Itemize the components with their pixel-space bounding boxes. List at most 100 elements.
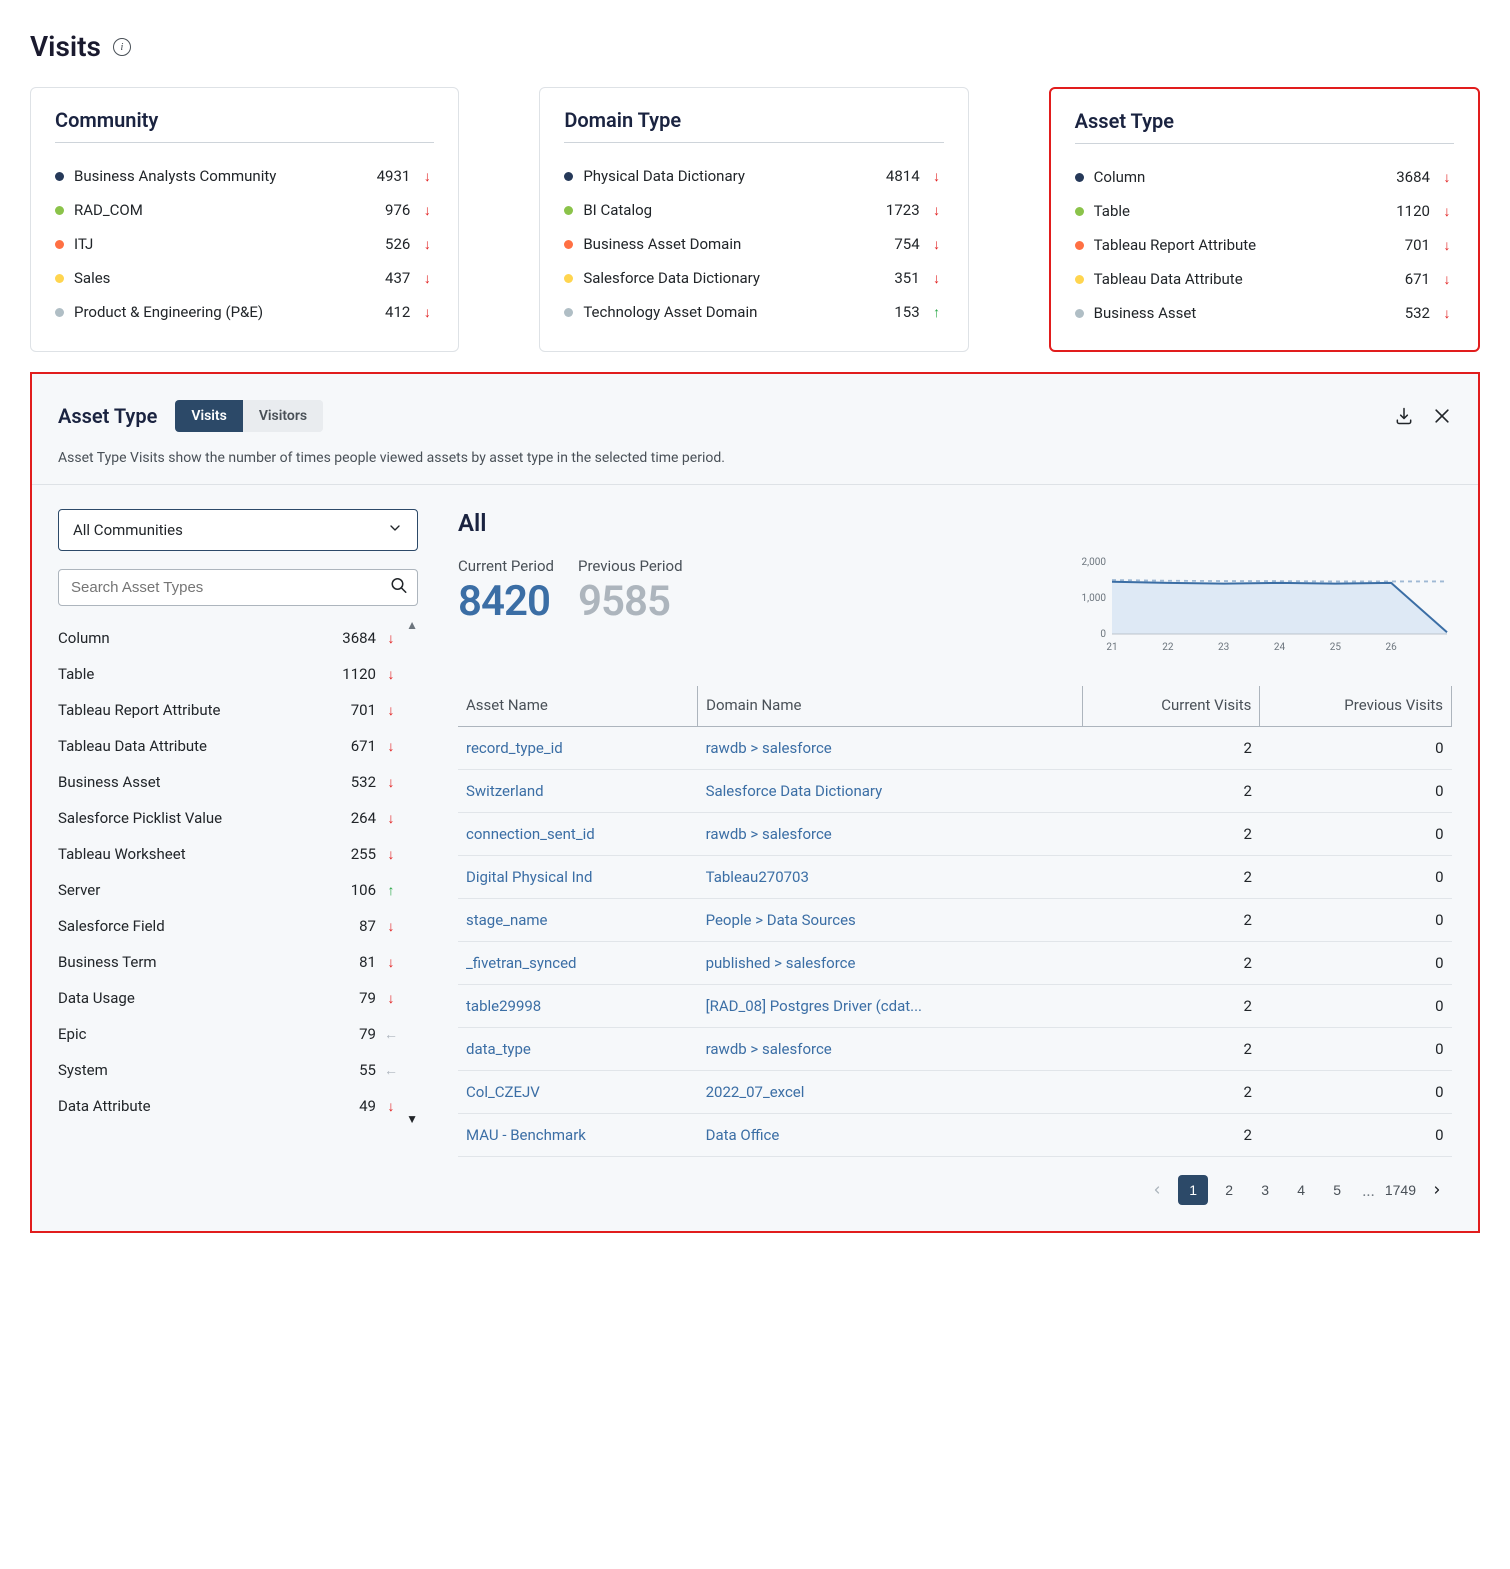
cell-asset-name[interactable]: record_type_id: [458, 727, 698, 770]
list-item-value: 264: [334, 809, 376, 827]
list-item[interactable]: Business Term 81 ↓: [58, 944, 398, 980]
trend-down-icon: ↓: [420, 202, 434, 219]
cell-domain-name[interactable]: Data Office: [698, 1114, 1083, 1157]
card-row[interactable]: Product & Engineering (P&E) 412 ↓: [55, 295, 434, 329]
list-item[interactable]: Salesforce Picklist Value 264 ↓: [58, 800, 398, 836]
page-prev-button[interactable]: [1142, 1175, 1172, 1205]
card-row-value: 754: [870, 235, 920, 253]
cell-previous-visits: 0: [1260, 1028, 1452, 1071]
info-icon[interactable]: i: [113, 38, 131, 56]
card-row[interactable]: Physical Data Dictionary 4814 ↓: [564, 159, 943, 193]
card-row[interactable]: Business Asset Domain 754 ↓: [564, 227, 943, 261]
card-row[interactable]: Salesforce Data Dictionary 351 ↓: [564, 261, 943, 295]
card-row[interactable]: Table 1120 ↓: [1075, 194, 1454, 228]
list-item[interactable]: Epic 79 ←: [58, 1016, 398, 1052]
summary-card[interactable]: Domain Type Physical Data Dictionary 481…: [539, 87, 968, 352]
trend-down-icon: ↓: [384, 846, 398, 863]
list-item-label: Data Usage: [58, 989, 326, 1007]
svg-text:26: 26: [1386, 642, 1398, 652]
cell-domain-name[interactable]: rawdb > salesforce: [698, 813, 1083, 856]
cell-asset-name[interactable]: Col_CZEJV: [458, 1071, 698, 1114]
page-button[interactable]: 4: [1286, 1175, 1316, 1205]
page-button[interactable]: 5: [1322, 1175, 1352, 1205]
list-item[interactable]: Salesforce Field 87 ↓: [58, 908, 398, 944]
list-item-value: 532: [334, 773, 376, 791]
scroll-down-icon[interactable]: ▼: [406, 1112, 418, 1126]
cell-asset-name[interactable]: MAU - Benchmark: [458, 1114, 698, 1157]
community-filter-select[interactable]: All Communities: [58, 509, 418, 551]
list-item[interactable]: Tableau Report Attribute 701 ↓: [58, 692, 398, 728]
trend-down-icon: ↓: [384, 990, 398, 1007]
close-button[interactable]: [1432, 406, 1452, 426]
cell-domain-name[interactable]: published > salesforce: [698, 942, 1083, 985]
card-row-label: Tableau Report Attribute: [1094, 236, 1370, 254]
search-input[interactable]: [58, 569, 418, 606]
page-button[interactable]: 2: [1214, 1175, 1244, 1205]
cell-domain-name[interactable]: 2022_07_excel: [698, 1071, 1083, 1114]
download-button[interactable]: [1394, 406, 1414, 426]
cell-asset-name[interactable]: _fivetran_synced: [458, 942, 698, 985]
color-dot-icon: [564, 240, 573, 249]
card-row[interactable]: BI Catalog 1723 ↓: [564, 193, 943, 227]
card-row-value: 976: [360, 201, 410, 219]
card-row[interactable]: Business Asset 532 ↓: [1075, 296, 1454, 330]
card-row[interactable]: RAD_COM 976 ↓: [55, 193, 434, 227]
list-item[interactable]: Server 106 ↑: [58, 872, 398, 908]
trend-flat-icon: ←: [384, 1062, 398, 1079]
trend-down-icon: ↓: [930, 270, 944, 287]
cell-asset-name[interactable]: stage_name: [458, 899, 698, 942]
list-item[interactable]: Column 3684 ↓: [58, 620, 398, 656]
card-row[interactable]: Business Analysts Community 4931 ↓: [55, 159, 434, 193]
card-row[interactable]: ITJ 526 ↓: [55, 227, 434, 261]
th-domain-name[interactable]: Domain Name: [698, 686, 1083, 727]
cell-asset-name[interactable]: table29998: [458, 985, 698, 1028]
page-next-button[interactable]: [1422, 1175, 1452, 1205]
cell-domain-name[interactable]: rawdb > salesforce: [698, 1028, 1083, 1071]
summary-card[interactable]: Community Business Analysts Community 49…: [30, 87, 459, 352]
card-row[interactable]: Tableau Data Attribute 671 ↓: [1075, 262, 1454, 296]
cell-previous-visits: 0: [1260, 770, 1452, 813]
trend-down-icon: ↓: [930, 236, 944, 253]
list-item[interactable]: Data Usage 79 ↓: [58, 980, 398, 1016]
color-dot-icon: [55, 308, 64, 317]
card-row[interactable]: Tableau Report Attribute 701 ↓: [1075, 228, 1454, 262]
cell-domain-name[interactable]: People > Data Sources: [698, 899, 1083, 942]
list-item[interactable]: Tableau Worksheet 255 ↓: [58, 836, 398, 872]
th-asset-name[interactable]: Asset Name: [458, 686, 698, 727]
list-item[interactable]: Table 1120 ↓: [58, 656, 398, 692]
cell-asset-name[interactable]: Switzerland: [458, 770, 698, 813]
tab-visits[interactable]: Visits: [175, 400, 242, 432]
card-row-value: 1120: [1380, 202, 1430, 220]
cell-domain-name[interactable]: rawdb > salesforce: [698, 727, 1083, 770]
cell-domain-name[interactable]: Salesforce Data Dictionary: [698, 770, 1083, 813]
list-item-value: 79: [334, 1025, 376, 1043]
cell-domain-name[interactable]: [RAD_08] Postgres Driver (cdat...: [698, 985, 1083, 1028]
list-item[interactable]: Tableau Data Attribute 671 ↓: [58, 728, 398, 764]
page-button[interactable]: 1: [1178, 1175, 1208, 1205]
card-row-label: RAD_COM: [74, 201, 350, 219]
scroll-up-icon[interactable]: ▲: [406, 618, 418, 632]
list-item[interactable]: System 55 ←: [58, 1052, 398, 1088]
chevron-down-icon: [387, 520, 403, 540]
asset-type-list[interactable]: Column 3684 ↓Table 1120 ↓Tableau Report …: [58, 620, 418, 1124]
list-item-value: 49: [334, 1097, 376, 1115]
detail-title: Asset Type: [58, 404, 157, 428]
list-item[interactable]: Data Attribute 49 ↓: [58, 1088, 398, 1124]
tab-visitors[interactable]: Visitors: [243, 400, 323, 432]
page-button[interactable]: 3: [1250, 1175, 1280, 1205]
page-button-last[interactable]: 1749: [1385, 1175, 1416, 1205]
summary-card[interactable]: Asset Type Column 3684 ↓ Table 1120 ↓ Ta…: [1049, 87, 1480, 352]
table-row: connection_sent_id rawdb > salesforce 2 …: [458, 813, 1452, 856]
cell-asset-name[interactable]: data_type: [458, 1028, 698, 1071]
cell-asset-name[interactable]: connection_sent_id: [458, 813, 698, 856]
card-row[interactable]: Technology Asset Domain 153 ↑: [564, 295, 943, 329]
list-item[interactable]: Business Asset 532 ↓: [58, 764, 398, 800]
list-item-value: 255: [334, 845, 376, 863]
color-dot-icon: [55, 172, 64, 181]
cell-domain-name[interactable]: Tableau270703: [698, 856, 1083, 899]
card-row[interactable]: Column 3684 ↓: [1075, 160, 1454, 194]
cell-asset-name[interactable]: Digital Physical Ind: [458, 856, 698, 899]
card-row[interactable]: Sales 437 ↓: [55, 261, 434, 295]
th-previous-visits[interactable]: Previous Visits: [1260, 686, 1452, 727]
th-current-visits[interactable]: Current Visits: [1082, 686, 1259, 727]
